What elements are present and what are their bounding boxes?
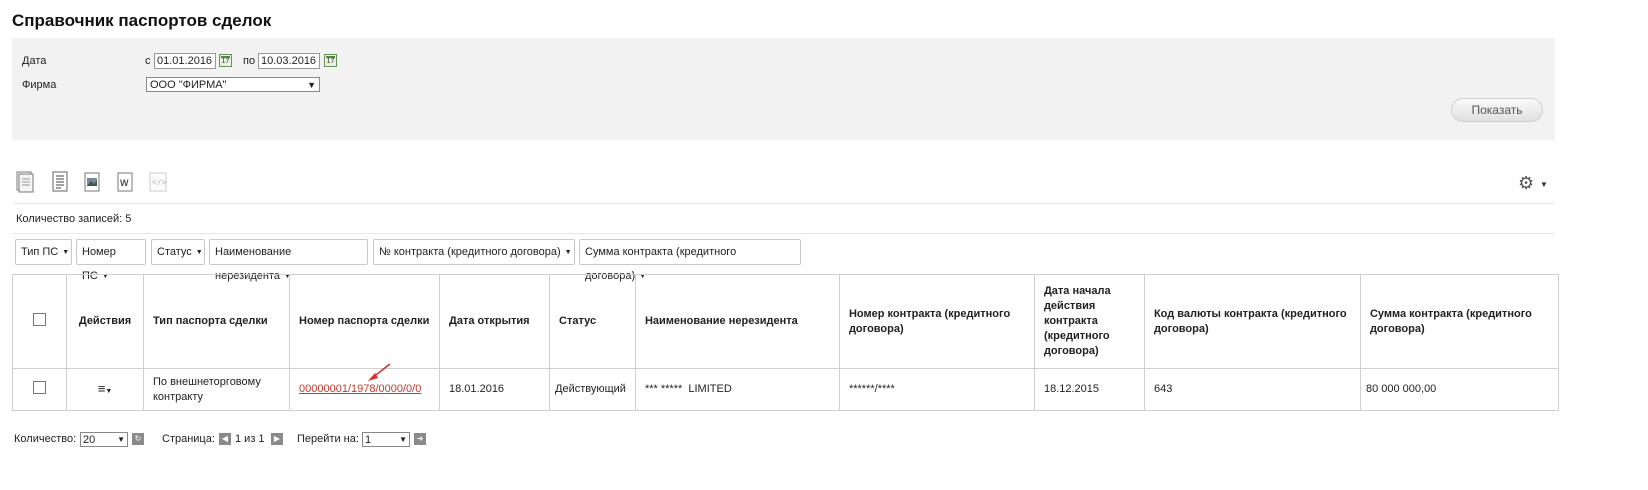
column-filter-contract-amount[interactable]: Сумма контракта (кредитного договора) ▼ — [579, 239, 801, 282]
select-all-header — [12, 274, 67, 369]
page-title: Справочник паспортов сделок — [12, 11, 272, 30]
prev-page-icon[interactable]: ◀ — [219, 433, 231, 445]
column-filter-number[interactable]: Номер ПС ▼ — [76, 239, 146, 282]
svg-text:W: W — [120, 178, 129, 188]
column-header: Дата открытия — [439, 274, 550, 369]
table-header-row: Действия Тип паспорта сделки Номер паспо… — [12, 274, 1559, 369]
pager-count-label: Количество: — [14, 433, 77, 445]
date-from-input[interactable]: 01.01.2016 — [154, 53, 216, 69]
cell-nonresident: *** ***** LIMITED — [634, 368, 840, 411]
row-checkbox[interactable] — [33, 380, 46, 394]
date-to-prefix: по — [243, 55, 256, 67]
image-export-icon[interactable] — [82, 171, 102, 193]
passports-table: Действия Тип паспорта сделки Номер паспо… — [12, 274, 1559, 411]
svg-text:</>: </> — [152, 179, 167, 188]
column-header: Дата начала действия контракта (кредитно… — [1033, 274, 1145, 369]
cell-number: 00000001/1978/0000/0/0 — [289, 368, 440, 411]
chevron-down-icon: ▼ — [195, 249, 203, 256]
chevron-down-icon: ▼ — [307, 80, 316, 90]
chevron-down-icon: ▼ — [117, 435, 125, 444]
divider — [12, 203, 1555, 204]
column-header: Сумма контракта (кредитного договора) — [1359, 274, 1559, 369]
word-export-icon[interactable]: W — [115, 171, 135, 193]
column-header: Статус — [549, 274, 636, 369]
cell-contract-start: 18.12.2015 — [1033, 368, 1145, 411]
date-from-prefix: с — [145, 55, 151, 67]
cell-currency-code: 643 — [1143, 368, 1361, 411]
date-to-input[interactable]: 10.03.2016 — [258, 53, 320, 69]
passport-number-link[interactable]: 00000001/1978/0000/0/0 — [299, 383, 421, 395]
chevron-down-icon[interactable]: ▼ — [105, 388, 112, 395]
calendar-icon[interactable]: 17 — [324, 54, 337, 67]
row-actions-cell: ≡▼ — [66, 368, 144, 411]
select-all-checkbox[interactable] — [33, 312, 46, 326]
chevron-down-icon[interactable]: ▼ — [1540, 180, 1548, 189]
show-button[interactable]: Показать — [1451, 98, 1543, 122]
xml-export-icon[interactable]: </> — [148, 171, 168, 193]
chevron-down-icon: ▼ — [62, 249, 70, 256]
cell-contract-no: ******/**** — [838, 368, 1035, 411]
calendar-icon[interactable]: 17 — [219, 54, 232, 67]
column-filter-contract-no[interactable]: № контракта (кредитного договора) ▼ — [373, 239, 575, 265]
column-header: Номер паспорта сделки — [289, 274, 440, 369]
goto-page-select[interactable]: 1 ▼ — [362, 432, 410, 447]
divider — [12, 233, 1555, 234]
firm-label: Фирма — [22, 79, 57, 91]
column-header: Действия — [66, 274, 144, 369]
list-doc-icon[interactable] — [50, 171, 70, 193]
cell-open-date: 18.01.2016 — [439, 368, 550, 411]
annotation-arrow — [368, 363, 391, 381]
refresh-icon[interactable]: ↻ — [132, 433, 144, 445]
cell-amount: 80 000 000,00 — [1359, 368, 1559, 411]
date-label: Дата — [22, 55, 47, 67]
new-doc-icon[interactable] — [15, 171, 35, 193]
next-page-icon[interactable]: ▶ — [271, 433, 283, 445]
column-header: Код валюты контракта (кредитного договор… — [1143, 274, 1361, 369]
column-header: Наименование нерезидента — [634, 274, 840, 369]
column-header: Номер контракта (кредитного договора) — [838, 274, 1035, 369]
pager-page-value: 1 из 1 — [235, 433, 265, 445]
pager-page-label: Страница: — [162, 433, 215, 445]
firm-select-value: ООО "ФИРМА" — [150, 79, 227, 91]
chevron-down-icon: ▼ — [564, 249, 572, 256]
column-filter-nonresident[interactable]: Наименование нерезидента ▼ — [209, 239, 368, 282]
page-size-select[interactable]: 20 ▼ — [80, 432, 128, 447]
table-row[interactable]: ≡▼ По внешнеторговому контракту 00000001… — [12, 368, 1559, 411]
chevron-down-icon: ▼ — [399, 435, 407, 444]
cell-status: Действующий — [549, 368, 636, 411]
go-icon[interactable]: ➜ — [414, 433, 426, 445]
column-header: Тип паспорта сделки — [143, 274, 290, 369]
cell-type: По внешнеторговому контракту — [143, 368, 290, 411]
column-filter-type[interactable]: Тип ПС ▼ — [15, 239, 72, 265]
gear-icon[interactable]: ⚙ — [1518, 173, 1534, 194]
pager-goto-label: Перейти на: — [297, 433, 359, 445]
row-select-cell — [12, 368, 67, 411]
records-count: Количество записей: 5 — [16, 213, 132, 225]
column-filter-status[interactable]: Статус ▼ — [151, 239, 205, 265]
firm-select[interactable]: ООО "ФИРМА" ▼ — [146, 77, 320, 92]
